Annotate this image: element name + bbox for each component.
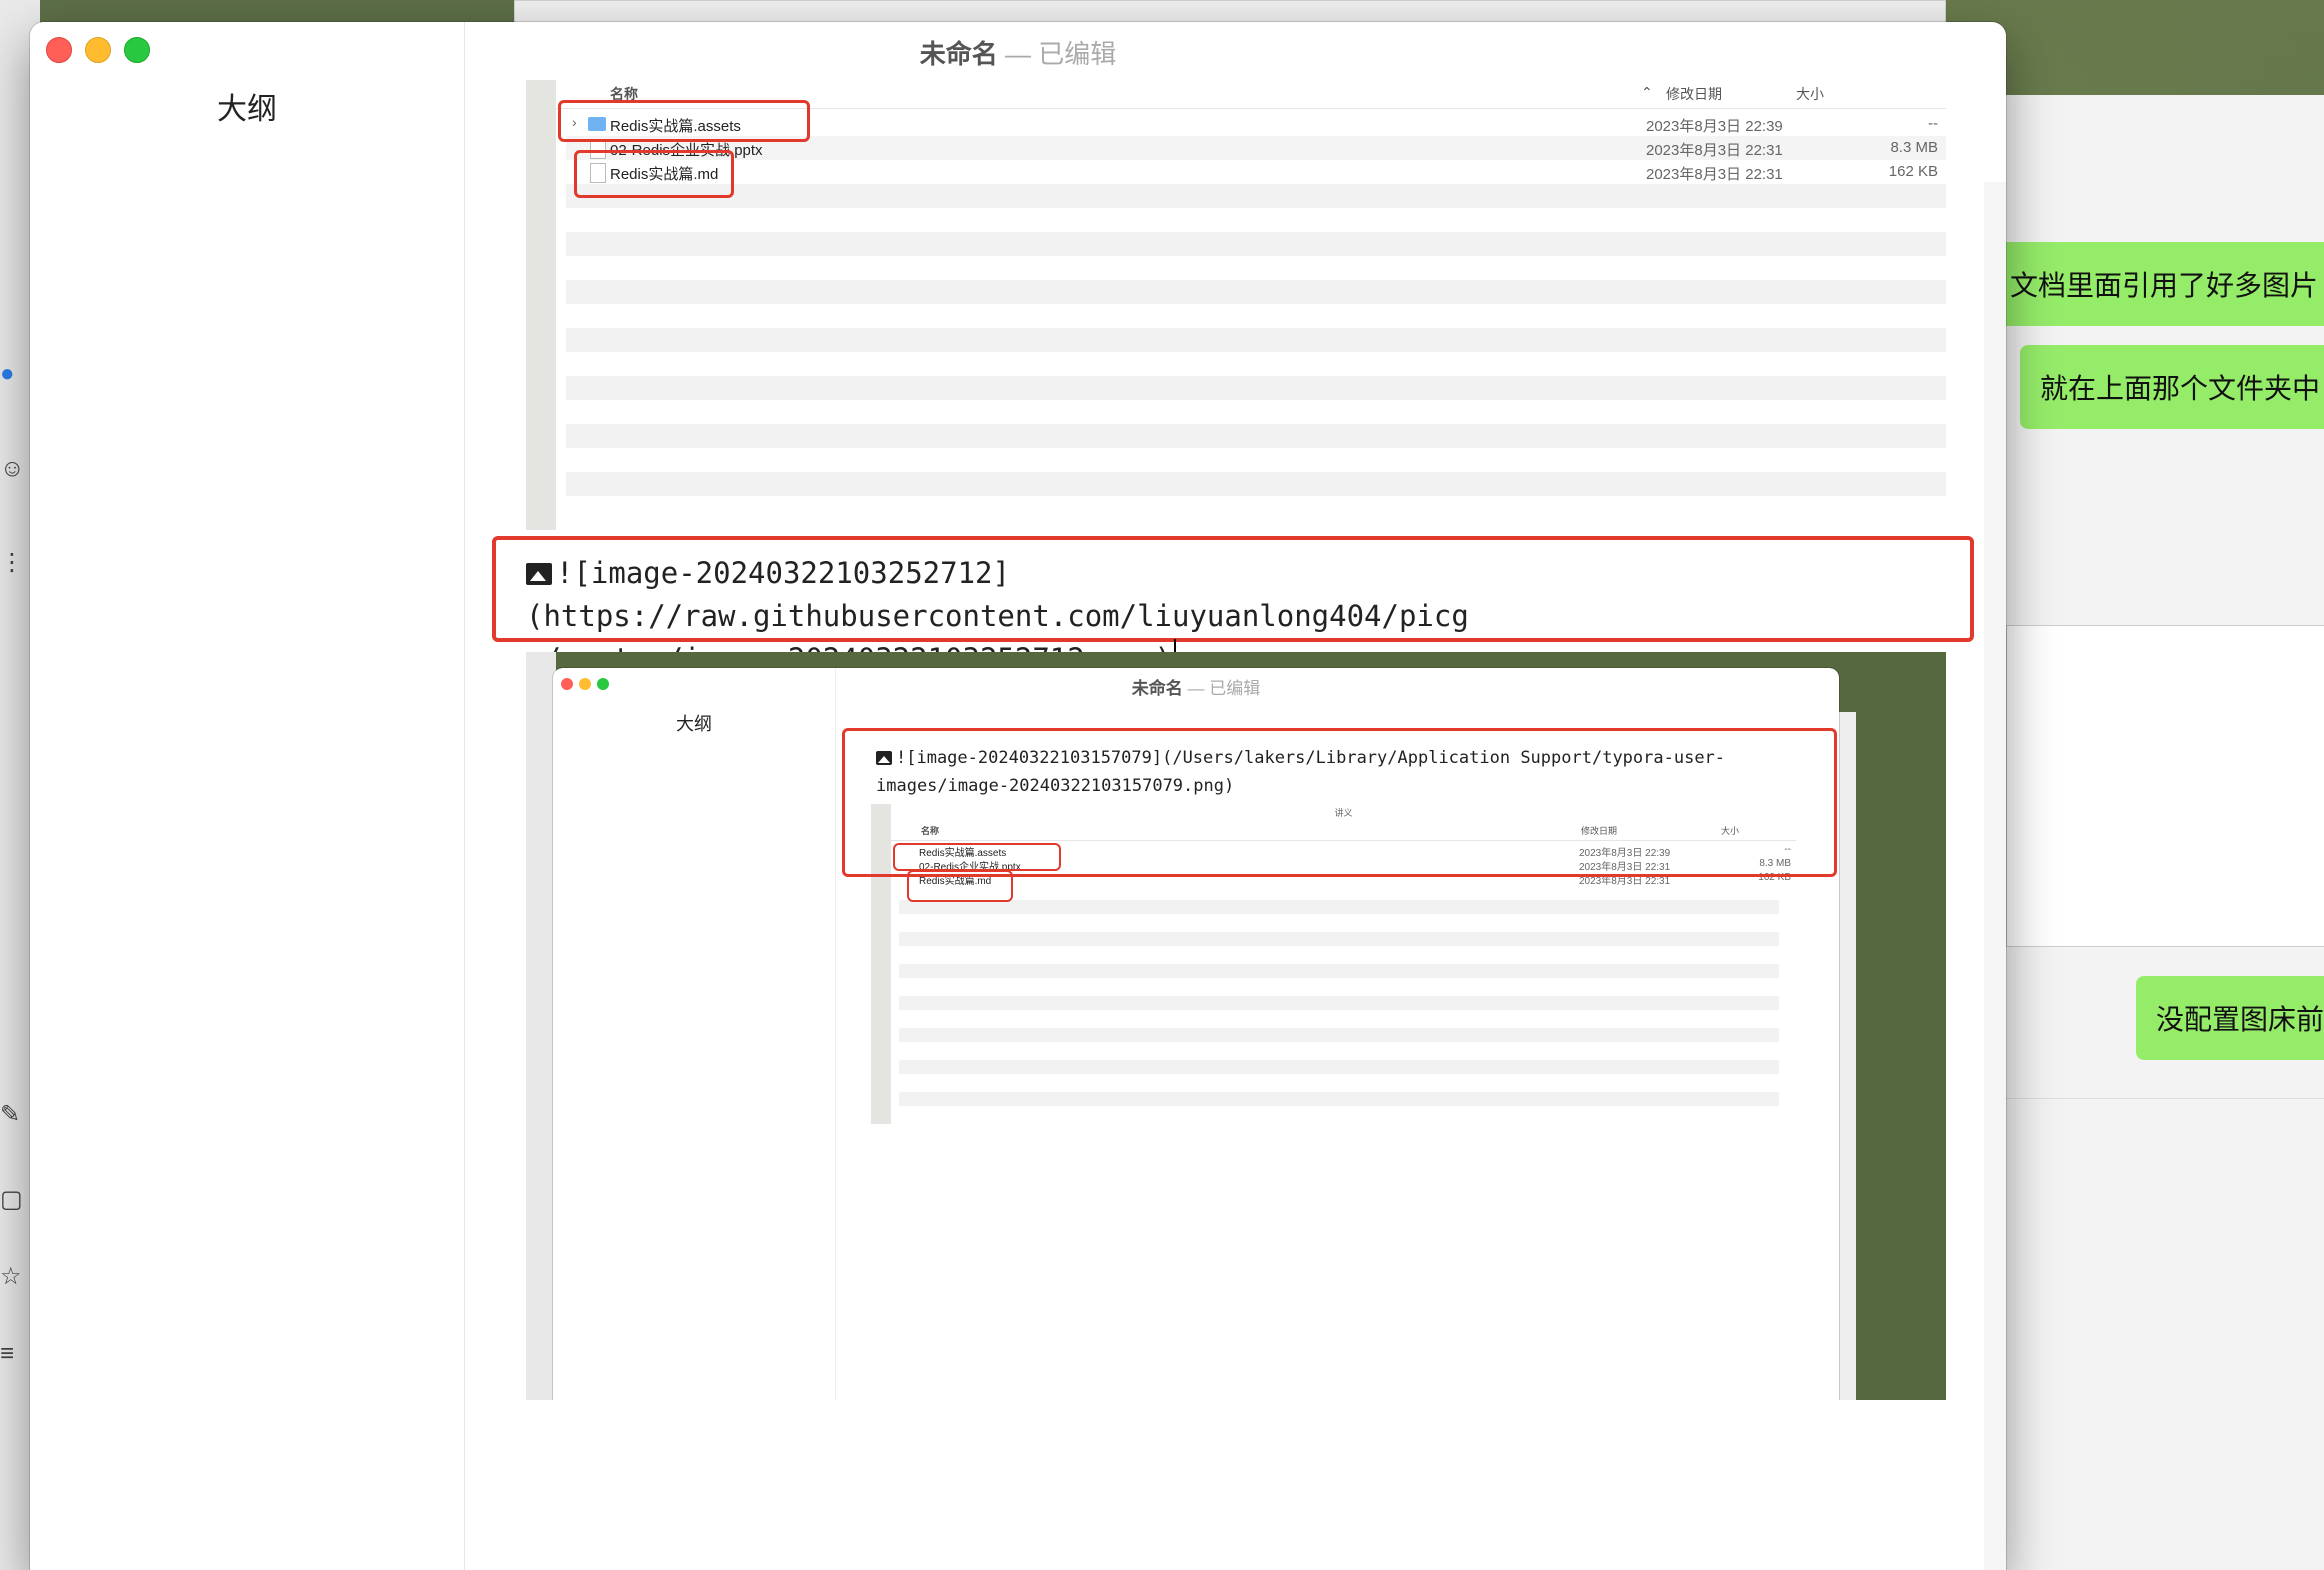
highlight-box xyxy=(907,870,1013,902)
highlight-box xyxy=(574,150,734,198)
window-title: 未命名 — 已编辑 xyxy=(30,34,2006,71)
nested-outline-title: 大纲 xyxy=(676,714,712,734)
outline-title: 大纲 xyxy=(217,93,277,126)
row-date: 2023年8月3日 22:31 xyxy=(1646,166,1783,183)
favorites-icon[interactable]: ☆ xyxy=(0,1262,26,1290)
row-size: -- xyxy=(1928,115,1938,132)
row-date: 2023年8月3日 22:39 xyxy=(1646,118,1783,135)
contacts-icon[interactable]: ☺ xyxy=(0,455,26,482)
empty-row xyxy=(566,328,1946,352)
empty-row xyxy=(899,1028,1779,1042)
empty-row xyxy=(566,184,1946,208)
image-icon xyxy=(526,563,552,585)
document-name: 未命名 xyxy=(919,39,998,69)
edited-status: 已编辑 xyxy=(1038,39,1117,69)
sort-chevron-icon: ⌃ xyxy=(1641,84,1653,100)
finder-row: Redis实战篇.md 2023年8月3日 22:31 162 KB xyxy=(566,160,1946,184)
chat-image-thumbnail[interactable] xyxy=(2006,625,2324,947)
chat-message[interactable]: 文档里面引用了好多图片 xyxy=(1990,242,2324,326)
row-size: 8.3 MB xyxy=(1890,139,1938,156)
nested-document-name: 未命名 xyxy=(1131,679,1183,698)
chat-message[interactable]: 就在上面那个文件夹中 xyxy=(2020,345,2324,429)
highlight-box xyxy=(558,100,810,142)
row-date: 2023年8月3日 22:31 xyxy=(1646,142,1783,159)
outline-sidebar: 大纲 xyxy=(30,22,465,1570)
nested-typora-window: 大纲 未命名 — 已编辑 ![image-20240322103157079](… xyxy=(553,668,1839,1400)
column-modified: 修改日期 xyxy=(1666,86,1722,102)
empty-row xyxy=(899,900,1779,914)
chat-divider xyxy=(2006,1098,2324,1099)
nested-outline-sidebar: 大纲 xyxy=(553,668,836,1400)
markdown-link-text-line1: ![image-20240322103252712](https://raw.g… xyxy=(526,556,1469,633)
row-size: 162 KB xyxy=(1888,163,1938,180)
empty-row xyxy=(899,996,1779,1010)
empty-row xyxy=(566,472,1946,496)
apps-grid-icon[interactable]: ⋮ xyxy=(0,548,26,576)
empty-row xyxy=(566,232,1946,256)
empty-row xyxy=(899,1060,1779,1074)
embedded-finder-screenshot[interactable]: 名称 ⌃ 修改日期 大小 › Redis实战篇.assets 2023年8月3日… xyxy=(526,80,1976,530)
menu-icon[interactable]: ≡ xyxy=(0,1340,26,1367)
title-separator: — xyxy=(1005,39,1031,69)
typora-window: 大纲 未命名 — 已编辑 名称 ⌃ 修改日期 大小 › Redis实战篇.ass… xyxy=(30,22,2006,1570)
window-icon[interactable]: ▢ xyxy=(0,1185,26,1213)
nested-window-title: 未命名 — 已编辑 xyxy=(553,674,1839,699)
editor-scrollbar[interactable] xyxy=(1984,182,2006,1570)
empty-row xyxy=(899,1092,1779,1106)
nested-background-sidebar xyxy=(526,652,556,1400)
chat-message[interactable]: 没配置图床前 xyxy=(2136,976,2324,1060)
highlight-box xyxy=(893,843,1061,871)
compose-icon[interactable]: ✎ xyxy=(0,1100,26,1128)
embedded-nested-screenshot[interactable]: erver 大纲 未命名 — 已编辑 ![image-2024032210315… xyxy=(526,652,1946,1400)
empty-row xyxy=(566,376,1946,400)
nested-edited-status: 已编辑 xyxy=(1209,679,1261,698)
empty-row xyxy=(566,280,1946,304)
empty-row xyxy=(899,964,1779,978)
empty-row xyxy=(899,932,1779,946)
column-size: 大小 xyxy=(1796,86,1824,102)
nested-title-separator: — xyxy=(1187,679,1205,698)
empty-row xyxy=(566,424,1946,448)
chat-icon[interactable]: ● xyxy=(0,360,26,387)
